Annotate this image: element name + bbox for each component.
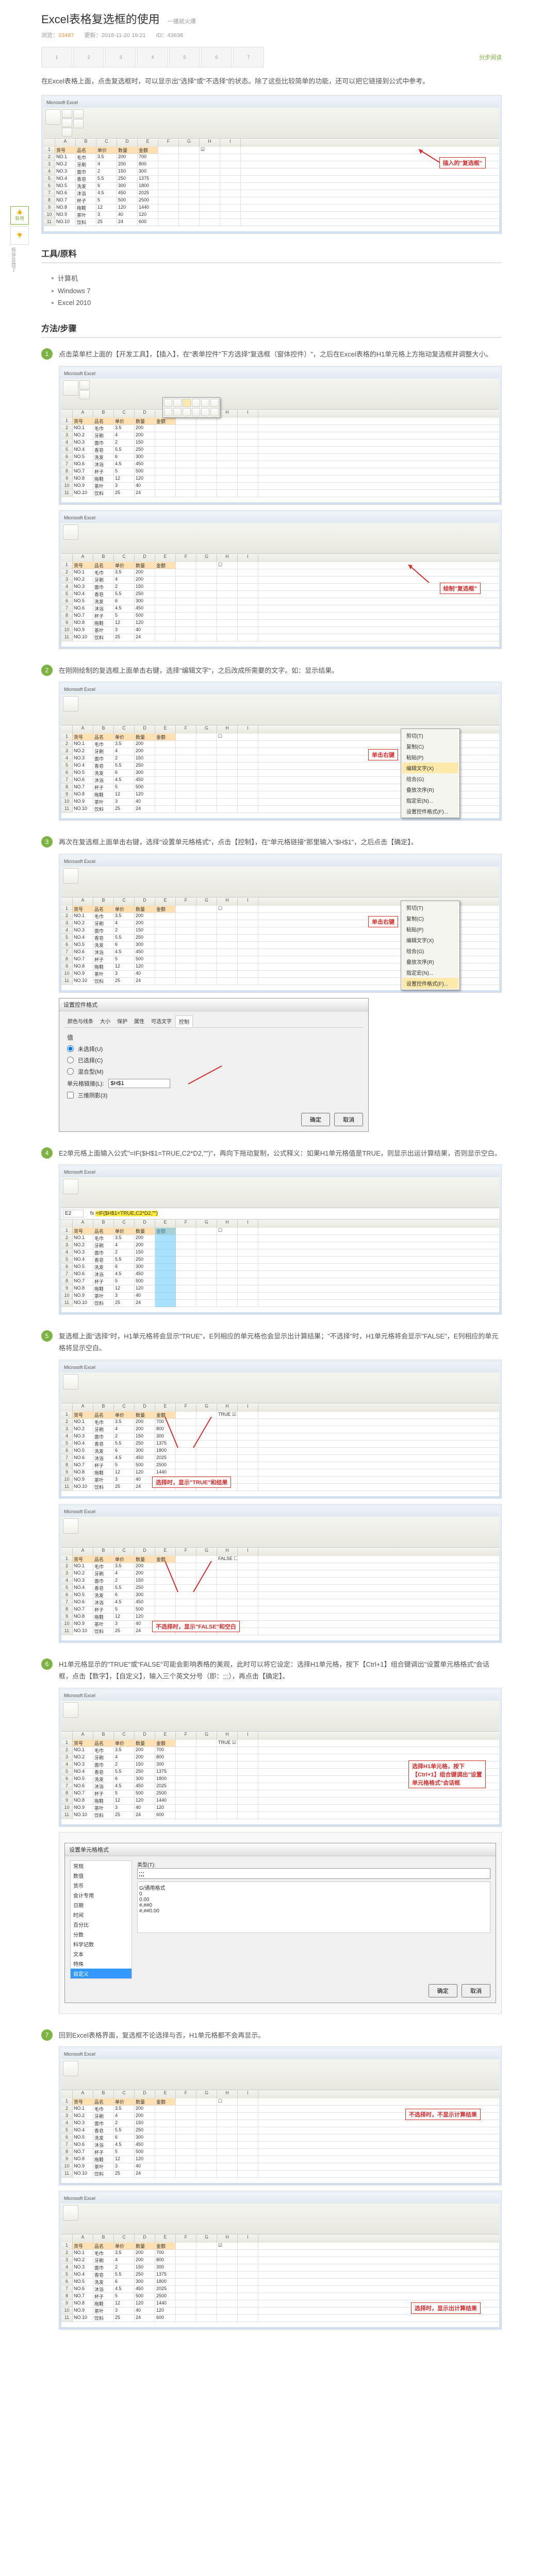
nav-step-3[interactable]: 3 [105,47,136,67]
formula-bar[interactable]: =IF($H$1=TRUE,C2*D2,"") [95,1211,157,1216]
vote-sidebar: 👍 有用 👎 投诉/反馈了 [10,206,31,272]
ok-button[interactable]: 确定 [301,1113,330,1126]
radio-checked[interactable] [67,1057,74,1063]
annotation-true: 选择时，显示"TRUE"和结果 [152,1477,231,1488]
cancel-button[interactable]: 取消 [334,1113,363,1126]
annotation-false: 不选择时，显示"FALSE"和空白 [152,1621,240,1632]
step-2-screenshot: Microsoft Excel ABCDEFGHI1货号品名单价数量金额☐2NO… [59,682,502,821]
step-num-3: 3 [41,836,53,848]
update-date: 2018-11-20 19:21 [102,32,146,39]
page-title: Excel表格复选框的使用 [41,10,160,27]
step-nav: 1 2 3 4 5 6 7 分步阅读 [41,47,502,67]
step-6-screenshot-a: Microsoft Excel ABCDEFGHI1货号品名单价数量金额TRUE… [59,1688,502,1827]
annotation-right-click: 单击右键 [368,749,398,760]
step-5-text: 复选框上面"选择"时，H1单元格将会显示"TRUE"，E列相应的单元格也会显示出… [59,1330,502,1354]
article-id: 43636 [168,32,184,39]
step-num-5: 5 [41,1330,53,1342]
annotation-checkbox: 插入的"复选框" [439,157,486,168]
step-2-text: 在刚刚绘制的复选框上面单击右键，选择"编辑文字"，之后改成所需要的文字。如：显示… [59,665,502,676]
radio-unchecked[interactable] [67,1045,74,1052]
annotation-right-click-3: 单击右键 [368,916,398,927]
step-num-4: 4 [41,1147,53,1159]
step-read-link[interactable]: 分步阅读 [479,53,502,61]
step-4: 4 E2单元格上面输入公式"=IF($H$1=TRUE,C2*D2,"")"，再… [41,1147,502,1320]
step-2: 2 在刚刚绘制的复选框上面单击右键，选择"编辑文字"，之后改成所需要的文字。如：… [41,665,502,826]
menu-cut[interactable]: 剪切(T) [402,730,458,741]
nav-step-4[interactable]: 4 [137,47,168,67]
context-menu-3[interactable]: 剪切(T) 复制(C) 粘贴(P) 编辑文字(X) 组合(G) 叠放次序(R) … [401,901,460,990]
step-num-7: 7 [41,2029,53,2041]
step-7-screenshot-b: Microsoft Excel ABCDEFGHI1货号品名单价数量金额☑2NO… [59,2191,502,2330]
annotation-select: 选择时，显示出计算结果 [411,2302,481,2314]
meta-info: 浏览：33487 更新：2018-11-20 19:21 ID：43636 [41,31,502,39]
selection-highlight [155,1228,176,1307]
checkbox-3d[interactable] [67,1092,74,1098]
step-3-text: 再次在复选框上面单击右键，选择"设置单元格格式"，点击【控制】，在"单元格链接"… [59,836,502,848]
step-6: 6 H1单元格显示的"TRUE"或"FALSE"可能会影响表格的美观，此时可以将… [41,1658,502,2019]
step-num-2: 2 [41,665,53,676]
step-3: 3 再次在复选框上面单击右键，选择"设置单元格格式"，点击【控制】，在"单元格链… [41,836,502,1137]
tool-1: 计算机 [58,273,78,283]
step-7: 7 回到Excel表格界面，复选框不论选择与否，H1单元格都不会再显示。 Mic… [41,2029,502,2335]
vote-up-button[interactable]: 👍 有用 [10,206,29,225]
author-name[interactable]: 一播就火爆 [168,17,196,25]
step-1: 1 点击菜单栏上面的【开发工具】，【插入】，在"表单控件"下方选择"复选框（窗体… [41,348,502,654]
step-7-screenshot-a: Microsoft Excel ABCDEFGHI1货号品名单价数量金额☐2NO… [59,2046,502,2185]
annotation-ctrl1: 选择H1单元格，按下【Ctrl+1】组合键调出"设置单元格格式"会话框 [408,1760,486,1788]
value-label: 值 [67,1033,360,1042]
step-num-6: 6 [41,1658,53,1670]
cell-link-input[interactable] [108,1079,170,1088]
step-6-text: H1单元格显示的"TRUE"或"FALSE"可能会影响表格的美观，此时可以将它设… [59,1658,502,1683]
article-header: Excel表格复选框的使用 一播就火爆 浏览：33487 更新：2018-11-… [41,10,502,39]
tool-2: Windows 7 [58,287,91,295]
annotation-no-select: 不选择时，不显示计算结果 [405,2109,481,2120]
step-4-screenshot: Microsoft Excel E2 fx =IF($H$1=TRUE,C2*D… [59,1164,502,1315]
intro-paragraph: 在Excel表格上面，点击复选框时，可以显示出"选择"或"不选择"的状态。除了这… [41,75,502,87]
step-1-screenshot-a: Microsoft Excel ABCDEFGHI1货号品名单价数量金额2NO.… [59,366,502,505]
context-menu[interactable]: 剪切(T) 复制(C) 粘贴(P) 编辑文字(X) 组合(G) 叠放次序(R) … [401,728,460,818]
view-count: 33487 [58,32,74,39]
step-7-text: 回到Excel表格界面，复选框不论选择与否，H1单元格都不会再显示。 [59,2029,502,2041]
format-control-dialog: 设置控件格式 颜色与线条 大小 保护 属性 可选文字 控制 值 未选择(U) 已… [59,998,369,1132]
tool-3: Excel 2010 [58,299,91,307]
nav-step-5[interactable]: 5 [169,47,200,67]
nav-step-7[interactable]: 7 [233,47,264,67]
step-3-screenshot-a: Microsoft Excel ABCDEFGHI1货号品名单价数量金额☐2NO… [59,854,502,993]
menu-group[interactable]: 组合(G) [402,773,458,784]
tools-list: 计算机 Windows 7 Excel 2010 [52,271,502,309]
thumbs-down-icon: 👎 [17,233,22,239]
step-5-screenshot-b: Microsoft Excel ABCDEFGHI1货号品名单价数量金额FALS… [59,1504,502,1643]
nav-step-6[interactable]: 6 [201,47,232,67]
radio-mixed[interactable] [67,1068,74,1075]
annotation-draw-checkbox: 绘制"复选框" [440,583,481,594]
dialog-title: 设置控件格式 [59,998,368,1011]
step-4-text: E2单元格上面输入公式"=IF($H$1=TRUE,C2*D2,"")"，再向下… [59,1147,502,1159]
step-1-screenshot-b: Microsoft Excel ABCDEFGHI1货号品名单价数量金额☐2NO… [59,510,502,649]
step-1-text: 点击菜单栏上面的【开发工具】，【插入】，在"表单控件"下方选择"复选框（窗体控件… [59,348,502,360]
menu-copy[interactable]: 复制(C) [402,741,458,752]
methods-section-title: 方法/步骤 [41,321,502,338]
menu-format[interactable]: 设置控件格式(F)... [402,806,458,817]
nav-step-2[interactable]: 2 [73,47,104,67]
format-cells-dialog: 设置单元格格式 常规 数值 货币 会计专用 日期 时间 百分比 分数 科学记数 [64,1843,496,2003]
custom-format-input[interactable] [137,1868,490,1879]
menu-paste[interactable]: 粘贴(P) [402,752,458,762]
menu-macro[interactable]: 指定宏(N)... [402,795,458,806]
step-num-1: 1 [41,348,53,360]
step-5: 5 复选框上面"选择"时，H1单元格将会显示"TRUE"，E列相应的单元格也会显… [41,1330,502,1648]
vote-feedback-text: 投诉/反馈了 [10,247,17,272]
nav-step-1[interactable]: 1 [41,47,72,67]
intro-screenshot: Microsoft Excel ABCDEFGHI1货号品名单价数量金额☑2NO… [41,95,502,234]
step-6-screenshot-b: 设置单元格格式 常规 数值 货币 会计专用 日期 时间 百分比 分数 科学记数 [59,1832,502,2014]
menu-order[interactable]: 叠放次序(R) [402,784,458,795]
step-5-screenshot-a: Microsoft Excel ABCDEFGHI1货号品名单价数量金额TRUE… [59,1360,502,1499]
vote-down-button[interactable]: 👎 [10,226,29,245]
menu-edit-text[interactable]: 编辑文字(X) [402,762,458,773]
tools-section-title: 工具/原料 [41,247,502,263]
thumbs-up-icon: 👍 [17,209,22,215]
form-controls-popup [162,397,220,418]
